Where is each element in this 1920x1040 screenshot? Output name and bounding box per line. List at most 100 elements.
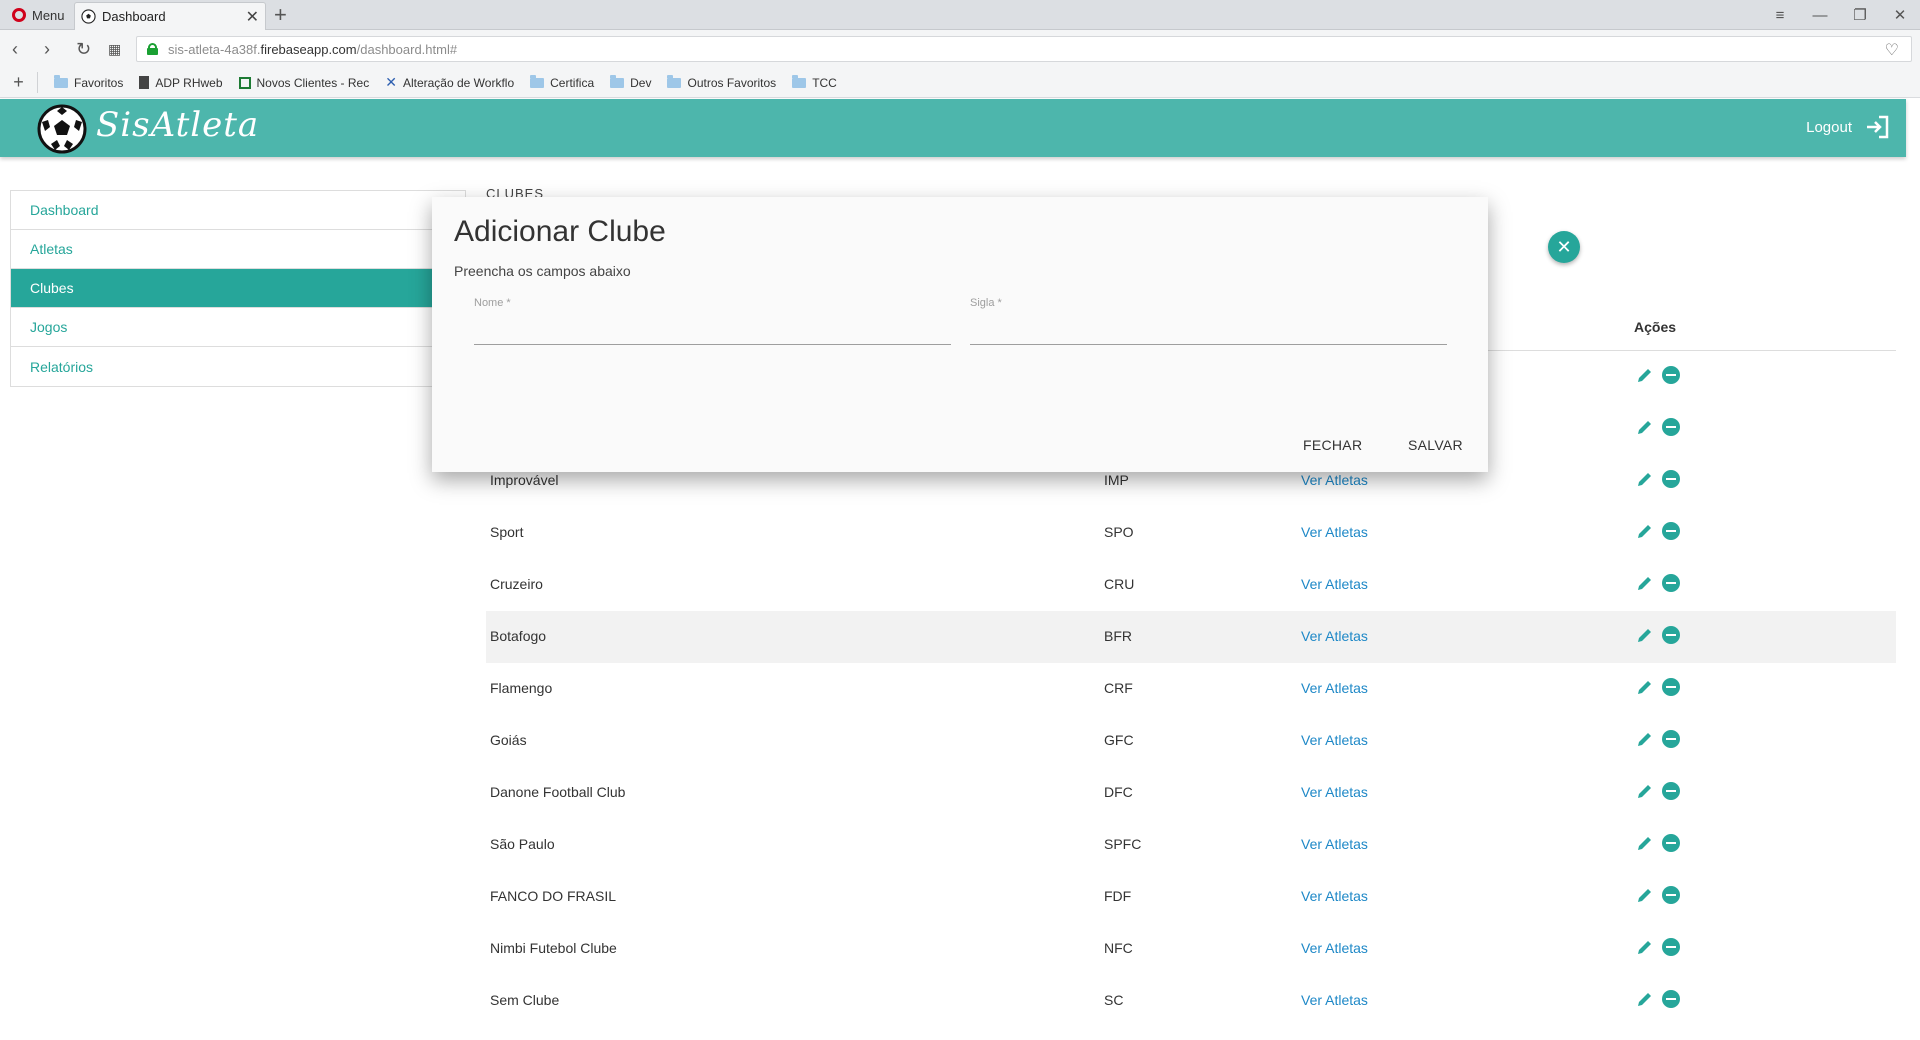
remove-icon[interactable]	[1662, 834, 1680, 852]
app-header: SisAtleta Logout	[0, 99, 1906, 157]
folder-icon	[54, 74, 68, 88]
bookmark-novos-clientes[interactable]: Novos Clientes - Rec	[238, 75, 370, 90]
sidebar-item-clubes[interactable]: Clubes	[11, 269, 465, 308]
url-input[interactable]: sis-atleta-4a38f. firebaseapp.com /dashb…	[136, 36, 1912, 62]
bookmark-alteracao-workflow[interactable]: ✕ Alteração de Workflo	[385, 74, 514, 91]
remove-icon[interactable]	[1662, 522, 1680, 540]
ver-atletas-link[interactable]: Ver Atletas	[1301, 784, 1368, 800]
soccer-ball-logo-icon	[37, 104, 87, 154]
sidebar-item-dashboard[interactable]: Dashboard	[11, 191, 465, 230]
sigla-label: Sigla *	[970, 297, 1002, 309]
tab-close-icon[interactable]: ✕	[246, 7, 259, 27]
new-tab-button[interactable]: +	[274, 2, 287, 28]
club-name: Danone Football Club	[490, 784, 626, 800]
forward-icon[interactable]: ›	[44, 39, 50, 59]
remove-icon[interactable]	[1662, 678, 1680, 696]
logout-button[interactable]: Logout	[1806, 114, 1890, 140]
ver-atletas-link[interactable]: Ver Atletas	[1301, 680, 1368, 696]
ver-atletas-link[interactable]: Ver Atletas	[1301, 888, 1368, 904]
bookmark-adp-rhweb[interactable]: ADP RHweb	[139, 75, 223, 90]
folder-icon	[792, 74, 807, 88]
remove-icon[interactable]	[1662, 626, 1680, 644]
bookmark-label: ADP RHweb	[155, 75, 223, 90]
sigla-input[interactable]	[970, 317, 1447, 345]
edit-pencil-icon[interactable]	[1636, 522, 1654, 540]
edit-pencil-icon[interactable]	[1636, 418, 1654, 436]
bookmark-outros-favoritos[interactable]: Outros Favoritos	[667, 74, 776, 90]
club-sigla: CRF	[1104, 680, 1133, 696]
edit-pencil-icon[interactable]	[1636, 938, 1654, 956]
modal-title: Adicionar Clube	[454, 215, 666, 248]
menu-label: Menu	[32, 7, 65, 23]
sidebar-item-atletas[interactable]: Atletas	[11, 230, 465, 269]
nome-input[interactable]	[474, 317, 951, 345]
edit-pencil-icon[interactable]	[1636, 366, 1654, 384]
bookmark-favoritos[interactable]: Favoritos	[54, 74, 123, 90]
bookmark-heart-icon[interactable]: ♡	[1885, 40, 1899, 60]
edit-pencil-icon[interactable]	[1636, 834, 1654, 852]
remove-icon[interactable]	[1662, 730, 1680, 748]
edit-pencil-icon[interactable]	[1636, 990, 1654, 1008]
browser-tab-dashboard[interactable]: Dashboard ✕	[74, 2, 266, 30]
ver-atletas-link[interactable]: Ver Atletas	[1301, 940, 1368, 956]
opera-menu-button[interactable]: Menu	[6, 4, 71, 26]
table-row: Danone Football Club DFC Ver Atletas	[486, 767, 1896, 819]
edit-pencil-icon[interactable]	[1636, 470, 1654, 488]
bookmark-dev[interactable]: Dev	[610, 74, 651, 90]
browser-tab-bar: Menu Dashboard ✕ + ≡ — ❐ ✕	[0, 0, 1920, 30]
lock-icon	[147, 43, 158, 55]
ver-atletas-link[interactable]: Ver Atletas	[1301, 992, 1368, 1008]
edit-pencil-icon[interactable]	[1636, 730, 1654, 748]
remove-icon[interactable]	[1662, 418, 1680, 436]
edit-pencil-icon[interactable]	[1636, 782, 1654, 800]
remove-icon[interactable]	[1662, 938, 1680, 956]
brand-logo-text[interactable]: SisAtleta	[96, 105, 259, 145]
remove-icon[interactable]	[1662, 886, 1680, 904]
remove-icon[interactable]	[1662, 470, 1680, 488]
close-icon: ✕	[1556, 236, 1572, 257]
add-bookmark-icon[interactable]: +	[0, 72, 38, 93]
speed-dial-icon[interactable]: ▦	[108, 39, 121, 59]
edit-pencil-icon[interactable]	[1636, 678, 1654, 696]
remove-icon[interactable]	[1662, 574, 1680, 592]
club-name: Goiás	[490, 732, 527, 748]
bookmark-label: Alteração de Workflo	[402, 75, 515, 90]
restore-icon[interactable]: ❐	[1840, 0, 1880, 30]
club-sigla: FDF	[1104, 888, 1132, 904]
bookmark-tcc[interactable]: TCC	[792, 74, 837, 90]
salvar-button[interactable]: SALVAR	[1408, 437, 1463, 453]
ver-atletas-link[interactable]: Ver Atletas	[1301, 732, 1368, 748]
actions-header: Ações	[1634, 319, 1677, 335]
tab-title: Dashboard	[102, 9, 166, 24]
edit-pencil-icon[interactable]	[1636, 574, 1654, 592]
nome-field: Nome *	[474, 297, 951, 349]
fechar-button[interactable]: FECHAR	[1303, 437, 1362, 453]
club-sigla: SC	[1104, 992, 1124, 1008]
back-icon[interactable]: ‹	[12, 39, 18, 59]
sidebar-item-relatorios[interactable]: Relatórios	[11, 347, 465, 386]
sidebar-item-jogos[interactable]: Jogos	[11, 308, 465, 347]
ver-atletas-link[interactable]: Ver Atletas	[1301, 576, 1368, 592]
tab-menu-icon[interactable]: ≡	[1760, 0, 1800, 30]
reload-icon[interactable]: ↻	[76, 39, 91, 59]
remove-icon[interactable]	[1662, 366, 1680, 384]
close-window-icon[interactable]: ✕	[1880, 0, 1920, 30]
edit-pencil-icon[interactable]	[1636, 886, 1654, 904]
minimize-icon[interactable]: —	[1800, 0, 1840, 30]
close-fab-button[interactable]: ✕	[1548, 231, 1580, 263]
remove-icon[interactable]	[1662, 782, 1680, 800]
remove-icon[interactable]	[1662, 990, 1680, 1008]
table-row: Flamengo CRF Ver Atletas	[486, 663, 1896, 715]
ver-atletas-link[interactable]: Ver Atletas	[1301, 836, 1368, 852]
table-row: FANCO DO FRASIL FDF Ver Atletas	[486, 871, 1896, 923]
ver-atletas-link[interactable]: Ver Atletas	[1301, 628, 1368, 644]
ver-atletas-link[interactable]: Ver Atletas	[1301, 524, 1368, 540]
bookmark-label: Certifica	[550, 75, 595, 90]
club-sigla: DFC	[1104, 784, 1133, 800]
ver-atletas-link[interactable]: Ver Atletas	[1301, 472, 1368, 488]
sigla-field: Sigla *	[970, 297, 1447, 349]
bookmark-label: Novos Clientes - Rec	[256, 75, 370, 90]
bookmark-certifica[interactable]: Certifica	[530, 74, 595, 90]
edit-pencil-icon[interactable]	[1636, 626, 1654, 644]
url-prefix: sis-atleta-4a38f.	[168, 41, 261, 57]
